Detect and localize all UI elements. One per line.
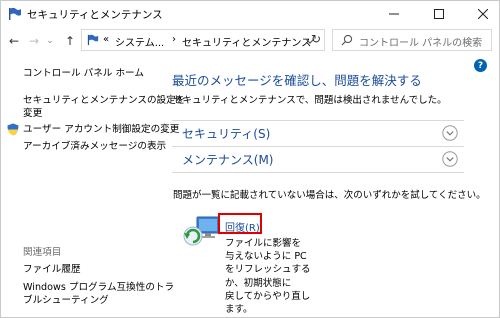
flag-icon: [87, 34, 99, 46]
back-button[interactable]: ←: [5, 30, 23, 52]
recovery-desc-line: 戻してからやり直し: [225, 290, 311, 302]
search-box[interactable]: コントロール パネルの検索: [332, 29, 492, 51]
address-bar[interactable]: « システム... › セキュリティとメンテナンス: [81, 29, 325, 51]
forward-button[interactable]: →: [25, 30, 43, 52]
recovery-desc-line: か、初期状態に: [225, 277, 292, 289]
recovery-desc-line: ます。: [225, 304, 253, 316]
breadcrumb-system[interactable]: システム...: [115, 34, 164, 49]
highlight-box: [218, 213, 262, 234]
maximize-button[interactable]: [424, 1, 454, 27]
breadcrumb-security-maintenance[interactable]: セキュリティとメンテナンス: [182, 34, 311, 49]
chevron-down-icon[interactable]: [442, 151, 458, 167]
recovery-desc-line: をリフレッシュする: [225, 264, 311, 276]
recovery-desc-line: 与えないように PC: [225, 251, 307, 263]
troubleshoot-notice: 問題が一覧に記載されていない場合は、次のいずれかを試してください。: [173, 190, 486, 201]
section-security[interactable]: セキュリティ(S): [172, 120, 464, 147]
sidebar-link-control-panel-home[interactable]: コントロール パネル ホーム: [23, 67, 144, 80]
page-title: 最近のメッセージを確認し、問題を解決する: [172, 73, 422, 88]
section-divider: [172, 172, 464, 173]
forward-arrow-icon: →: [28, 34, 40, 48]
related-section-title: 関連項目: [23, 247, 62, 258]
address-toolbar: ← → ⌄ ↑ « システム... › セキュリティとメンテナンス ↻ コントロ…: [1, 28, 499, 54]
breadcrumb-overflow[interactable]: «: [103, 34, 109, 45]
search-icon: [341, 34, 353, 46]
sidebar-link-compat-troubleshooter-cont[interactable]: ブルシューティング: [23, 294, 109, 307]
refresh-button[interactable]: ↻: [307, 30, 325, 48]
breadcrumb-separator[interactable]: ›: [172, 34, 176, 45]
refresh-icon: ↻: [310, 32, 322, 46]
sidebar-link-archived-messages[interactable]: アーカイブ済みメッセージの表示: [23, 140, 166, 153]
status-message: セキュリティとメンテナンスで、問題は検出されませんでした。: [173, 95, 447, 106]
close-icon: [478, 9, 488, 19]
section-maintenance[interactable]: メンテナンス(M): [172, 146, 464, 173]
up-arrow-icon: ↑: [64, 34, 76, 48]
help-icon[interactable]: ?: [474, 59, 487, 72]
window: セキュリティとメンテナンス ← → ⌄ ↑ « システム... › セキュリティ…: [0, 0, 500, 318]
chevron-down-icon: ⌄: [46, 36, 54, 46]
minimize-button[interactable]: [379, 1, 409, 27]
flag-icon: [9, 7, 21, 20]
search-placeholder: コントロール パネルの検索: [359, 38, 483, 49]
up-button[interactable]: ↑: [61, 30, 79, 52]
sidebar-link-file-history[interactable]: ファイル履歴: [23, 263, 81, 276]
recent-locations-button[interactable]: ⌄: [44, 30, 56, 52]
window-title: セキュリティとメンテナンス: [27, 9, 163, 21]
back-arrow-icon: ←: [8, 34, 20, 48]
recovery-description: ファイルに影響を 与えないように PC をリフレッシュする か、初期状態に 戻し…: [225, 237, 311, 316]
section-maintenance-label[interactable]: メンテナンス(M): [182, 151, 273, 168]
sidebar-link-compat-troubleshooter[interactable]: Windows プログラム互換性のトラ: [23, 281, 174, 294]
title-bar: セキュリティとメンテナンス: [1, 1, 499, 28]
sidebar-link-change-settings-cont[interactable]: 変更: [23, 107, 42, 120]
shield-icon: [7, 123, 19, 136]
sidebar-link-change-settings[interactable]: セキュリティとメンテナンスの設定を: [23, 94, 185, 107]
recovery-icon[interactable]: [181, 214, 221, 250]
section-security-label[interactable]: セキュリティ(S): [182, 125, 270, 142]
minimize-icon: [389, 13, 399, 15]
maximize-icon: [434, 9, 444, 19]
sidebar-link-uac-settings[interactable]: ユーザー アカウント制御設定の変更: [23, 123, 179, 136]
chevron-down-icon[interactable]: [442, 125, 458, 141]
close-button[interactable]: [468, 1, 498, 27]
recovery-desc-line: ファイルに影響を: [225, 238, 302, 249]
